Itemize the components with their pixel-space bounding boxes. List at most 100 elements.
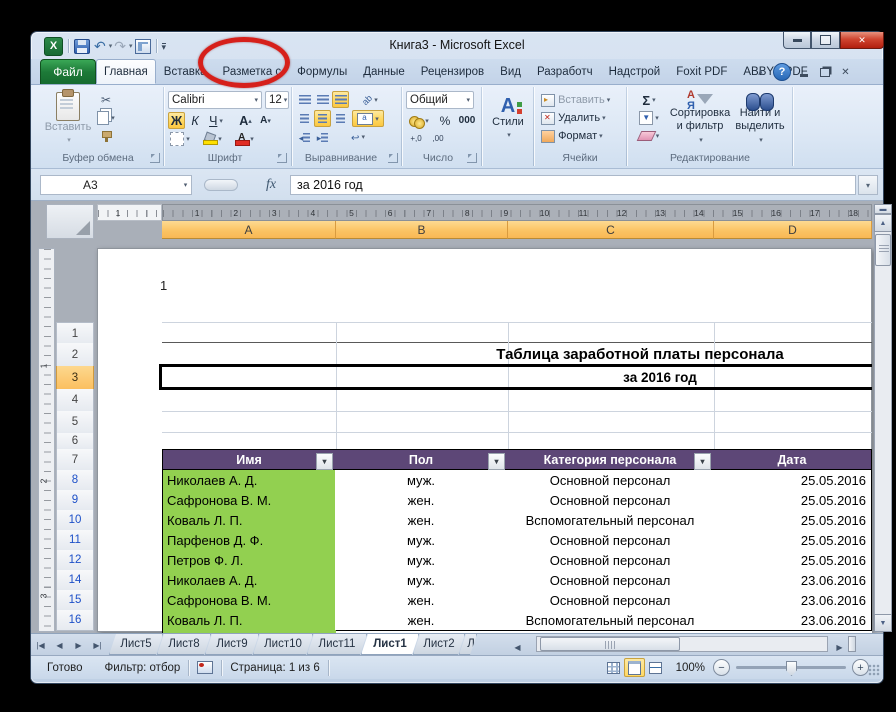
page-header-text[interactable]: 1 xyxy=(160,278,167,293)
workbook-restore-icon[interactable] xyxy=(816,65,833,80)
sheet-title-cell[interactable]: Таблица заработной платы персонала xyxy=(420,344,860,365)
font-size-select[interactable]: 12 ▾ xyxy=(265,91,289,109)
align-right-button[interactable] xyxy=(332,110,349,127)
sheet-tab-2[interactable]: Лист8 xyxy=(157,634,211,655)
page-break-view-button[interactable] xyxy=(645,658,666,677)
accounting-format-button[interactable]: ▾ xyxy=(406,112,432,129)
shrink-font-button[interactable]: А ▾ xyxy=(256,112,275,129)
cell-name[interactable]: Коваль Л. П. xyxy=(162,510,337,531)
align-center-button[interactable] xyxy=(314,110,331,127)
bold-button[interactable]: Ж xyxy=(168,112,185,129)
column-header-b[interactable]: B xyxy=(336,221,509,239)
name-box-dropdown-icon[interactable]: ▾ xyxy=(178,176,191,194)
table-header-cell[interactable]: Категория персонала xyxy=(507,449,714,470)
filter-dropdown-icon[interactable] xyxy=(488,452,505,470)
table-header-cell[interactable]: Дата xyxy=(713,449,872,470)
cell-gender[interactable]: муж. xyxy=(335,530,508,551)
workbook-close-icon[interactable]: ✕ xyxy=(837,65,854,80)
italic-button[interactable]: К xyxy=(187,112,203,129)
row-header-8[interactable]: 8 xyxy=(56,470,94,491)
align-left-button[interactable] xyxy=(296,110,313,127)
cell-styles-button[interactable]: Стили ▾ xyxy=(487,90,529,148)
tab-formulas[interactable]: Формулы xyxy=(289,59,355,84)
horizontal-scrollbar-thumb[interactable] xyxy=(540,637,680,651)
tab-insert[interactable]: Вставка xyxy=(156,59,215,84)
cell-date[interactable]: 23.06.2016 xyxy=(713,610,872,631)
prev-sheet-icon[interactable]: ◀ xyxy=(51,637,68,653)
zoom-in-icon[interactable]: + xyxy=(852,659,869,676)
first-sheet-icon[interactable]: |◀ xyxy=(32,637,49,653)
font-name-select[interactable]: Calibri ▾ xyxy=(168,91,262,109)
alignment-dialog-launcher-icon[interactable] xyxy=(388,153,398,163)
sheet-tab-3[interactable]: Лист9 xyxy=(205,634,259,655)
tab-foxit-pdf[interactable]: Foxit PDF xyxy=(668,59,735,84)
font-dialog-launcher-icon[interactable] xyxy=(277,153,287,163)
row-header-10[interactable]: 10 xyxy=(56,510,94,531)
cell-date[interactable]: 23.06.2016 xyxy=(713,590,872,611)
font-color-button[interactable]: А ▾ xyxy=(232,131,257,147)
cell-name[interactable]: Сафронова В. М. xyxy=(162,590,337,611)
format-painter-button[interactable] xyxy=(96,128,116,144)
increase-decimal-button[interactable]: +,0 xyxy=(406,131,426,147)
cut-button[interactable] xyxy=(96,92,116,108)
cell-name[interactable]: Сафронова В. М. xyxy=(162,490,337,511)
cell-date[interactable]: 25.05.2016 xyxy=(713,470,872,491)
insert-cells-button[interactable]: Вставить▾ xyxy=(540,92,620,108)
filter-dropdown-icon[interactable] xyxy=(694,452,711,470)
cell-gender[interactable]: жен. xyxy=(335,590,508,611)
borders-button[interactable]: ▾ xyxy=(168,131,192,147)
row-header-4[interactable]: 4 xyxy=(56,389,94,412)
cell-name[interactable]: Николаев А. Д. xyxy=(162,570,337,591)
cell-gender[interactable]: жен. xyxy=(335,610,508,631)
number-dialog-launcher-icon[interactable] xyxy=(467,153,477,163)
zoom-slider-thumb[interactable] xyxy=(786,661,797,676)
row-header-2[interactable]: 2 xyxy=(56,343,94,367)
sort-filter-button[interactable]: Сортировка и фильтр ▾ xyxy=(670,89,730,148)
hscroll-left-icon[interactable]: ◀ xyxy=(509,639,526,655)
paste-button[interactable]: Вставить ▾ xyxy=(45,88,91,148)
cell-date[interactable]: 25.05.2016 xyxy=(713,490,872,511)
cell-category[interactable]: Вспомогательный персонал xyxy=(507,610,714,631)
cell-category[interactable]: Основной персонал xyxy=(507,550,714,571)
scroll-down-icon[interactable]: ▼ xyxy=(874,614,892,632)
normal-view-button[interactable] xyxy=(603,658,624,677)
sheet-tab-4[interactable]: Лист10 xyxy=(253,634,313,655)
copy-button[interactable]: ▾ xyxy=(96,110,116,126)
column-header-d[interactable]: D xyxy=(713,221,872,239)
vertical-scrollbar-thumb[interactable] xyxy=(875,234,891,266)
maximize-button[interactable] xyxy=(811,32,840,49)
cell-category[interactable]: Основной персонал xyxy=(507,570,714,591)
wrap-text-button[interactable]: ▾ xyxy=(344,129,372,145)
table-header-cell[interactable]: Имя xyxy=(162,449,336,470)
row-header-15[interactable]: 15 xyxy=(56,590,94,611)
percent-format-button[interactable]: % xyxy=(436,112,454,129)
filter-dropdown-icon[interactable] xyxy=(316,452,333,470)
cell-date[interactable]: 23.06.2016 xyxy=(713,570,872,591)
row-header-16[interactable]: 16 xyxy=(56,610,94,631)
sheet-tab-7[interactable]: Лист2 xyxy=(413,634,465,655)
row-header-1[interactable]: 1 xyxy=(56,322,94,345)
zoom-slider[interactable] xyxy=(736,661,846,676)
expand-formula-bar-icon[interactable]: ▾ xyxy=(858,175,878,195)
cell-category[interactable]: Основной персонал xyxy=(507,490,714,511)
tab-view[interactable]: Вид xyxy=(492,59,529,84)
formula-input[interactable]: за 2016 год xyxy=(290,175,856,195)
tab-review[interactable]: Рецензиров xyxy=(413,59,492,84)
cell-name[interactable]: Петров Ф. Л. xyxy=(162,550,337,571)
cell-gender[interactable]: жен. xyxy=(335,510,508,531)
tab-split-handle[interactable] xyxy=(848,636,856,652)
fill-color-button[interactable]: ▾ xyxy=(200,131,225,147)
select-all-button[interactable] xyxy=(46,204,94,239)
next-sheet-icon[interactable]: ▶ xyxy=(70,637,87,653)
format-cells-button[interactable]: Формат ▾ xyxy=(540,128,620,144)
cell-category[interactable]: Основной персонал xyxy=(507,470,714,491)
cell-gender[interactable]: муж. xyxy=(335,550,508,571)
decrease-indent-button[interactable] xyxy=(296,129,313,145)
row-header-7[interactable]: 7 xyxy=(56,449,94,471)
underline-button[interactable]: Ч ▾ xyxy=(204,112,228,129)
vertical-scrollbar[interactable] xyxy=(874,232,892,614)
align-bottom-button[interactable] xyxy=(332,91,349,108)
sheet-tab-6[interactable]: Лист1 xyxy=(361,634,419,655)
cell-name[interactable]: Коваль Л. П. xyxy=(162,610,337,631)
zoom-out-icon[interactable]: − xyxy=(713,659,730,676)
